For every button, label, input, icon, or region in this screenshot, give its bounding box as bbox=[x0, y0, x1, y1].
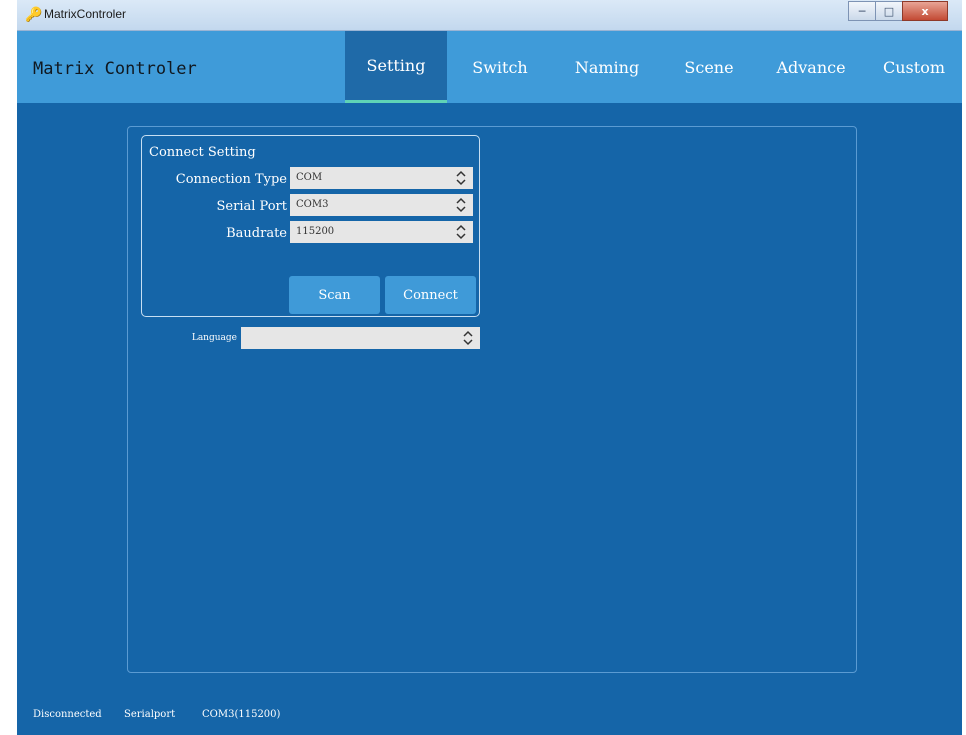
window-title: MatrixControler bbox=[44, 7, 127, 21]
maximize-button[interactable]: □ bbox=[875, 1, 903, 21]
connection-status: Disconnected bbox=[33, 709, 102, 720]
connect-button[interactable]: Connect bbox=[385, 276, 476, 314]
serial-port-select[interactable]: COM3 bbox=[290, 194, 473, 216]
minimize-button[interactable]: ─ bbox=[848, 1, 876, 21]
header-bar: Matrix Controler Setting Switch Naming S… bbox=[17, 31, 962, 103]
scan-button[interactable]: Scan bbox=[289, 276, 380, 314]
serial-port-label: Serial Port bbox=[216, 199, 288, 214]
baudrate-label: Baudrate bbox=[226, 226, 287, 241]
baudrate-select[interactable]: 115200 bbox=[290, 221, 473, 243]
baudrate-value: 115200 bbox=[296, 226, 335, 237]
key-icon: 🔑 bbox=[25, 7, 43, 23]
updown-arrows-icon bbox=[456, 197, 466, 213]
updown-arrows-icon bbox=[463, 330, 473, 346]
port-info-status: COM3(115200) bbox=[202, 709, 281, 720]
tab-custom[interactable]: Custom bbox=[869, 31, 959, 103]
title-bar: 🔑 MatrixControler ─ □ x bbox=[17, 0, 962, 31]
updown-arrows-icon bbox=[456, 224, 466, 240]
interface-status: Serialport bbox=[124, 709, 176, 720]
connection-type-select[interactable]: COM bbox=[290, 167, 473, 189]
window-controls: ─ □ x bbox=[848, 1, 948, 21]
connection-type-label: Connection Type bbox=[175, 172, 287, 187]
language-label: Language bbox=[191, 333, 237, 343]
group-title: Connect Setting bbox=[149, 145, 256, 160]
tab-advance[interactable]: Advance bbox=[761, 31, 861, 103]
tab-naming[interactable]: Naming bbox=[557, 31, 657, 103]
app-title: Matrix Controler bbox=[33, 59, 197, 79]
tab-scene[interactable]: Scene bbox=[663, 31, 755, 103]
tab-setting[interactable]: Setting bbox=[345, 31, 447, 103]
close-button[interactable]: x bbox=[902, 1, 948, 21]
serial-port-value: COM3 bbox=[296, 199, 329, 210]
language-select[interactable] bbox=[241, 327, 480, 349]
connection-type-value: COM bbox=[296, 172, 323, 183]
tab-switch[interactable]: Switch bbox=[453, 31, 547, 103]
updown-arrows-icon bbox=[456, 170, 466, 186]
